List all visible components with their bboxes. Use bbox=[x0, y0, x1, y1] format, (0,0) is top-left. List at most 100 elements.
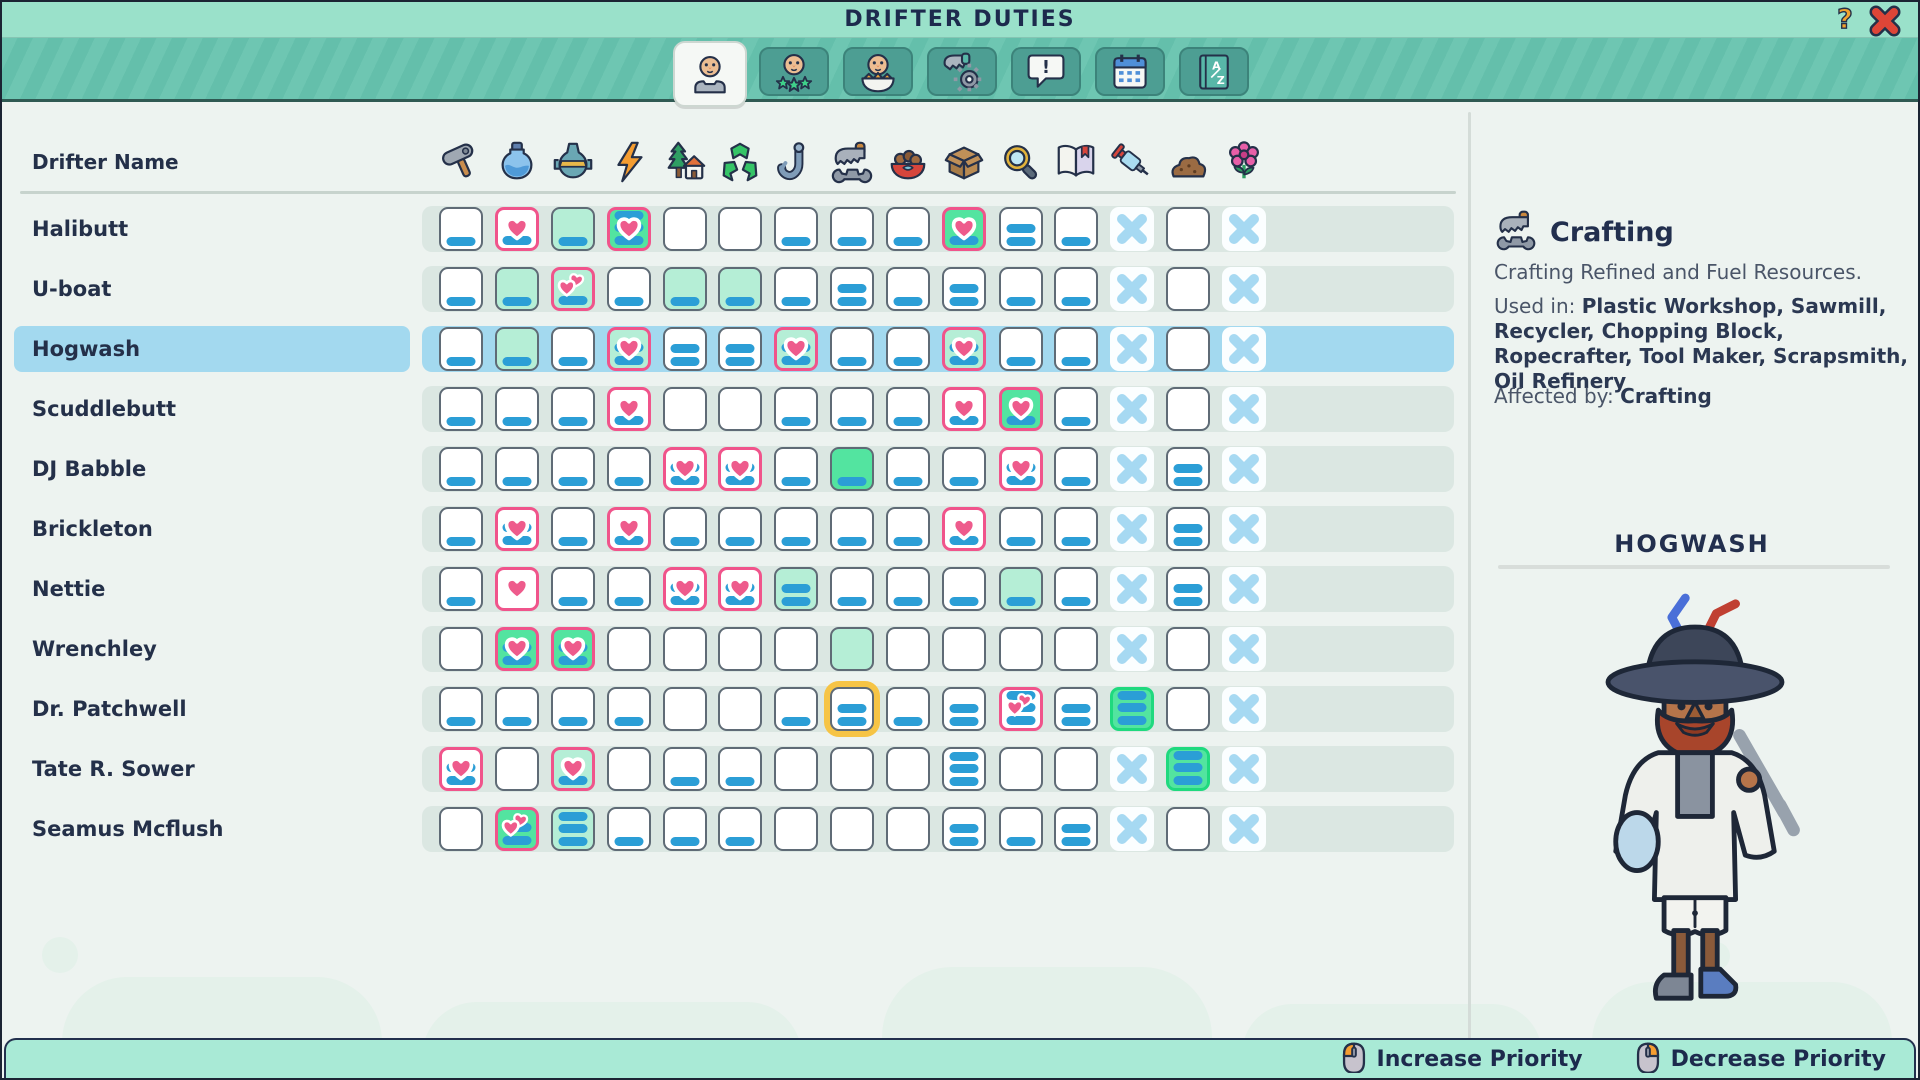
duty-cell-Scuddlebutt-hook[interactable] bbox=[774, 387, 818, 431]
duty-cell-Scuddlebutt-book[interactable] bbox=[1054, 387, 1098, 431]
duty-cell-Wrenchley-hook[interactable] bbox=[774, 627, 818, 671]
column-soil-icon[interactable] bbox=[1165, 139, 1211, 185]
duty-cell-Tate R. Sower-flame[interactable] bbox=[607, 747, 651, 791]
duty-cell-Dr. Patchwell-syringe[interactable] bbox=[1110, 687, 1154, 731]
drifter-name-Nettie[interactable]: Nettie bbox=[32, 566, 402, 612]
duty-cell-Wrenchley-flame[interactable] bbox=[607, 627, 651, 671]
duty-cell-Hogwash-book[interactable] bbox=[1054, 327, 1098, 371]
duty-cell-Nettie-crafting[interactable] bbox=[830, 567, 874, 611]
duty-cell-U-boat-book[interactable] bbox=[1054, 267, 1098, 311]
duty-cell-U-boat-jug[interactable] bbox=[551, 267, 595, 311]
duty-cell-Halibutt-flask[interactable] bbox=[495, 207, 539, 251]
duty-cell-DJ Babble-box[interactable] bbox=[942, 447, 986, 491]
duty-cell-Tate R. Sower-soil[interactable] bbox=[1166, 747, 1210, 791]
duty-cell-Nettie-syringe[interactable] bbox=[1110, 567, 1154, 611]
column-hook-icon[interactable] bbox=[773, 139, 819, 185]
duty-cell-Seamus Mcflush-flower[interactable] bbox=[1222, 807, 1266, 851]
drifter-name-Hogwash[interactable]: Hogwash bbox=[32, 326, 402, 372]
duty-cell-DJ Babble-jug[interactable] bbox=[551, 447, 595, 491]
duty-cell-Seamus Mcflush-book[interactable] bbox=[1054, 807, 1098, 851]
column-flame-icon[interactable] bbox=[606, 139, 652, 185]
duty-cell-Dr. Patchwell-flask[interactable] bbox=[495, 687, 539, 731]
duty-cell-Hogwash-tree-house[interactable] bbox=[663, 327, 707, 371]
duty-cell-Hogwash-flask[interactable] bbox=[495, 327, 539, 371]
duty-cell-Dr. Patchwell-cooking[interactable] bbox=[886, 687, 930, 731]
duty-cell-DJ Babble-tree-house[interactable] bbox=[663, 447, 707, 491]
duty-cell-DJ Babble-magnifier[interactable] bbox=[999, 447, 1043, 491]
duty-cell-Nettie-flame[interactable] bbox=[607, 567, 651, 611]
duty-cell-Hogwash-soil[interactable] bbox=[1166, 327, 1210, 371]
duty-cell-Nettie-jug[interactable] bbox=[551, 567, 595, 611]
duty-cell-Scuddlebutt-flower[interactable] bbox=[1222, 387, 1266, 431]
duty-cell-Scuddlebutt-syringe[interactable] bbox=[1110, 387, 1154, 431]
duty-cell-Wrenchley-cooking[interactable] bbox=[886, 627, 930, 671]
duty-cell-Seamus Mcflush-soil[interactable] bbox=[1166, 807, 1210, 851]
drifter-name-Scuddlebutt[interactable]: Scuddlebutt bbox=[32, 386, 402, 432]
column-hammer-icon[interactable] bbox=[438, 139, 484, 185]
duty-cell-DJ Babble-book[interactable] bbox=[1054, 447, 1098, 491]
duty-cell-Hogwash-hammer[interactable] bbox=[439, 327, 483, 371]
duty-cell-Dr. Patchwell-box[interactable] bbox=[942, 687, 986, 731]
duty-cell-Dr. Patchwell-magnifier[interactable] bbox=[999, 687, 1043, 731]
duty-cell-Seamus Mcflush-hook[interactable] bbox=[774, 807, 818, 851]
duty-cell-Dr. Patchwell-hook[interactable] bbox=[774, 687, 818, 731]
duty-cell-Brickleton-crafting[interactable] bbox=[830, 507, 874, 551]
duty-cell-Dr. Patchwell-hammer[interactable] bbox=[439, 687, 483, 731]
tab-drifter-needs[interactable] bbox=[843, 47, 913, 96]
duty-cell-Nettie-hook[interactable] bbox=[774, 567, 818, 611]
duty-cell-Seamus Mcflush-recycle[interactable] bbox=[718, 807, 762, 851]
duty-cell-Seamus Mcflush-magnifier[interactable] bbox=[999, 807, 1043, 851]
duty-cell-Tate R. Sower-jug[interactable] bbox=[551, 747, 595, 791]
duty-cell-DJ Babble-hammer[interactable] bbox=[439, 447, 483, 491]
duty-cell-Wrenchley-tree-house[interactable] bbox=[663, 627, 707, 671]
duty-cell-Tate R. Sower-crafting[interactable] bbox=[830, 747, 874, 791]
duty-cell-Seamus Mcflush-flask[interactable] bbox=[495, 807, 539, 851]
duty-cell-Nettie-hammer[interactable] bbox=[439, 567, 483, 611]
duty-cell-Brickleton-flame[interactable] bbox=[607, 507, 651, 551]
duty-cell-Seamus Mcflush-jug[interactable] bbox=[551, 807, 595, 851]
tab-alerts[interactable]: ! bbox=[1011, 47, 1081, 96]
duty-cell-U-boat-flask[interactable] bbox=[495, 267, 539, 311]
duty-cell-Halibutt-soil[interactable] bbox=[1166, 207, 1210, 251]
duty-cell-Halibutt-flower[interactable] bbox=[1222, 207, 1266, 251]
duty-cell-Tate R. Sower-magnifier[interactable] bbox=[999, 747, 1043, 791]
column-recycle-icon[interactable] bbox=[717, 139, 763, 185]
duty-cell-Nettie-book[interactable] bbox=[1054, 567, 1098, 611]
duty-cell-U-boat-box[interactable] bbox=[942, 267, 986, 311]
column-flask-icon[interactable] bbox=[494, 139, 540, 185]
duty-cell-Tate R. Sower-syringe[interactable] bbox=[1110, 747, 1154, 791]
duty-cell-Seamus Mcflush-syringe[interactable] bbox=[1110, 807, 1154, 851]
tab-production[interactable] bbox=[927, 47, 997, 96]
duty-cell-Wrenchley-soil[interactable] bbox=[1166, 627, 1210, 671]
duty-cell-Wrenchley-flask[interactable] bbox=[495, 627, 539, 671]
close-button[interactable] bbox=[1868, 4, 1902, 36]
tab-drifter-skills[interactable] bbox=[759, 47, 829, 96]
duty-cell-Brickleton-cooking[interactable] bbox=[886, 507, 930, 551]
duty-cell-Tate R. Sower-flower[interactable] bbox=[1222, 747, 1266, 791]
duty-cell-Dr. Patchwell-recycle[interactable] bbox=[718, 687, 762, 731]
duty-cell-Scuddlebutt-soil[interactable] bbox=[1166, 387, 1210, 431]
drifter-name-Dr. Patchwell[interactable]: Dr. Patchwell bbox=[32, 686, 402, 732]
duty-cell-Halibutt-recycle[interactable] bbox=[718, 207, 762, 251]
duty-cell-Halibutt-syringe[interactable] bbox=[1110, 207, 1154, 251]
duty-cell-Nettie-tree-house[interactable] bbox=[663, 567, 707, 611]
duty-cell-Halibutt-tree-house[interactable] bbox=[663, 207, 707, 251]
duty-cell-Halibutt-jug[interactable] bbox=[551, 207, 595, 251]
duty-cell-Hogwash-flame[interactable] bbox=[607, 327, 651, 371]
drifter-name-Seamus Mcflush[interactable]: Seamus Mcflush bbox=[32, 806, 402, 852]
duty-cell-Nettie-flask[interactable] bbox=[495, 567, 539, 611]
duty-cell-U-boat-crafting[interactable] bbox=[830, 267, 874, 311]
duty-cell-Hogwash-jug[interactable] bbox=[551, 327, 595, 371]
duty-cell-Tate R. Sower-tree-house[interactable] bbox=[663, 747, 707, 791]
duty-cell-Dr. Patchwell-soil[interactable] bbox=[1166, 687, 1210, 731]
drifter-name-DJ Babble[interactable]: DJ Babble bbox=[32, 446, 402, 492]
duty-cell-Wrenchley-book[interactable] bbox=[1054, 627, 1098, 671]
duty-cell-Wrenchley-hammer[interactable] bbox=[439, 627, 483, 671]
duty-cell-DJ Babble-hook[interactable] bbox=[774, 447, 818, 491]
duty-cell-Hogwash-magnifier[interactable] bbox=[999, 327, 1043, 371]
column-jug-icon[interactable] bbox=[550, 139, 596, 185]
duty-cell-Scuddlebutt-tree-house[interactable] bbox=[663, 387, 707, 431]
tab-drifter-duties[interactable] bbox=[673, 41, 747, 107]
column-syringe-icon[interactable] bbox=[1109, 139, 1155, 185]
duty-cell-Brickleton-recycle[interactable] bbox=[718, 507, 762, 551]
